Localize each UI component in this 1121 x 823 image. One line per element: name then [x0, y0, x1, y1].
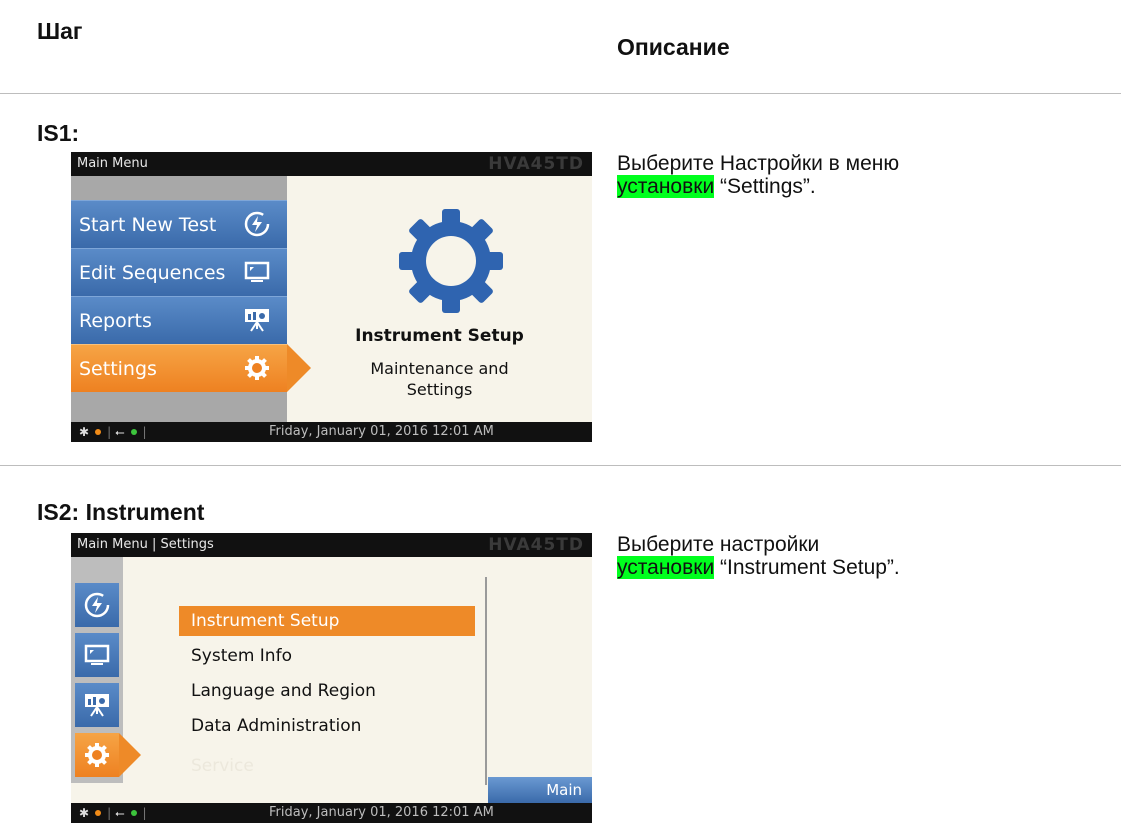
menu-item-edit-sequences[interactable]: Edit Sequences — [71, 248, 287, 296]
step-description-is1: Выберите Настройки в меню установки “Set… — [617, 152, 917, 198]
column-header-step: Шаг — [37, 18, 83, 44]
nav-start-test-button[interactable] — [75, 583, 119, 627]
menu-item-label: Edit Sequences — [79, 262, 226, 284]
menu-item-label: Settings — [79, 358, 157, 380]
status-bar: ✱ | ⭠ | Friday, January 01, 2016 12:01 AM — [71, 803, 592, 823]
presentation-chart-icon — [83, 692, 111, 717]
menu-item-settings[interactable]: Settings — [71, 344, 287, 392]
panel-divider — [485, 577, 487, 785]
status-datetime: Friday, January 01, 2016 12:01 AM — [269, 805, 494, 820]
nav-edit-sequences-button[interactable] — [75, 633, 119, 677]
settings-item-instrument-setup[interactable]: Instrument Setup — [179, 606, 475, 636]
usb-icon: ⭠ — [114, 806, 125, 820]
step-description-is2: Выберите настройки установки “Instrument… — [617, 533, 907, 579]
settings-item-service: Service — [191, 756, 254, 776]
screen-titlebar: Main Menu HVA45TD — [71, 152, 592, 176]
gear-icon — [83, 742, 111, 767]
nav-reports-button[interactable] — [75, 683, 119, 727]
device-screen-main-menu: Main Menu HVA45TD Start New Test Edit Se… — [71, 152, 592, 442]
status-icons: ✱ | ⭠ | — [79, 806, 147, 820]
screen-titlebar: Main Menu | Settings HVA45TD — [71, 533, 592, 557]
brand-logo: HVA45TD — [488, 535, 584, 555]
step-divider — [0, 465, 1121, 466]
monitor-icon — [243, 259, 271, 285]
large-gear-icon — [396, 206, 506, 316]
header-divider — [0, 93, 1121, 94]
lightning-icon — [83, 592, 111, 618]
gear-icon — [243, 355, 271, 381]
desc-highlight: установки — [617, 175, 715, 198]
device-screen-settings: Main Menu | Settings HVA45TD Instrument … — [71, 533, 592, 823]
presentation-chart-icon — [243, 307, 271, 333]
column-header-description: Описание — [617, 34, 730, 60]
desc-text: Выберите Настройки в меню — [617, 152, 900, 175]
step-label-is2: IS2: Instrument — [37, 499, 205, 525]
step-label-is1: IS1: — [37, 120, 80, 146]
bluetooth-icon: ✱ — [79, 806, 90, 820]
settings-item-system-info[interactable]: System Info — [179, 641, 475, 671]
menu-item-label: Start New Test — [79, 214, 217, 236]
desc-text-after: “Settings”. — [714, 175, 816, 198]
settings-item-language-region[interactable]: Language and Region — [179, 676, 475, 706]
bluetooth-status-dot — [95, 810, 102, 816]
nav-settings-button[interactable] — [75, 733, 119, 777]
settings-item-data-administration[interactable]: Data Administration — [179, 711, 475, 741]
main-button[interactable]: Main — [488, 777, 592, 803]
bluetooth-status-dot — [95, 429, 102, 435]
usb-status-dot — [130, 810, 137, 816]
status-bar: ✱ | ⭠ | Friday, January 01, 2016 12:01 AM — [71, 422, 592, 442]
menu-item-start-new-test[interactable]: Start New Test — [71, 200, 287, 248]
panel-title: Instrument Setup — [355, 326, 524, 346]
desc-highlight: установки — [617, 556, 715, 579]
brand-logo: HVA45TD — [488, 154, 584, 174]
monitor-icon — [83, 642, 111, 667]
desc-text-after: “Instrument Setup”. — [714, 556, 900, 579]
screen-title: Main Menu | Settings — [77, 537, 214, 552]
status-datetime: Friday, January 01, 2016 12:01 AM — [269, 424, 494, 439]
desc-text: Выберите настройки — [617, 533, 820, 556]
panel-subtitle-line1: Maintenance and — [370, 359, 509, 378]
status-icons: ✱ | ⭠ | — [79, 425, 147, 439]
menu-item-reports[interactable]: Reports — [71, 296, 287, 344]
usb-status-dot — [130, 429, 137, 435]
bluetooth-icon: ✱ — [79, 425, 90, 439]
panel-subtitle-line2: Settings — [406, 380, 473, 399]
screen-title: Main Menu — [77, 156, 148, 171]
usb-icon: ⭠ — [114, 425, 125, 439]
selection-arrow — [119, 733, 141, 777]
menu-item-label: Reports — [79, 310, 152, 332]
lightning-icon — [243, 211, 271, 237]
